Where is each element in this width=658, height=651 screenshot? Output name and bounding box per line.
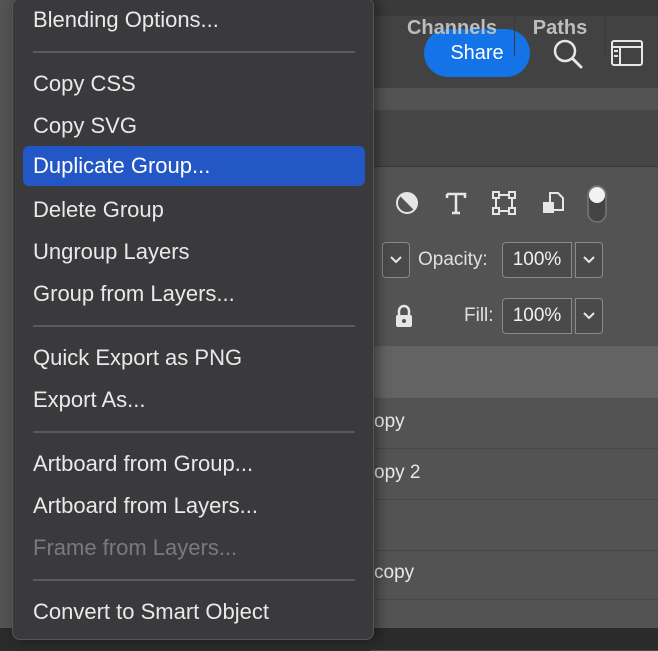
layer-row[interactable]	[370, 500, 658, 551]
menu-item-copy-css[interactable]: Copy CSS	[33, 70, 136, 98]
lock-icon[interactable]	[393, 304, 415, 328]
menu-item-convert-smart-object[interactable]: Convert to Smart Object	[33, 598, 269, 626]
tab-channels[interactable]: Channels	[390, 0, 515, 56]
workspace-icon[interactable]	[610, 39, 644, 67]
chevron-down-icon	[390, 256, 402, 264]
menu-item-artboard-from-group[interactable]: Artboard from Group...	[33, 450, 253, 478]
type-filter-icon[interactable]	[443, 190, 469, 216]
context-menu: Blending Options... Copy CSS Copy SVG Du…	[12, 0, 374, 640]
menu-separator	[33, 51, 355, 53]
adjustment-filter-icon[interactable]	[394, 190, 420, 216]
fill-dropdown[interactable]	[575, 298, 603, 334]
menu-separator	[33, 579, 355, 581]
menu-item-label: Duplicate Group...	[33, 153, 211, 178]
blend-mode-dropdown[interactable]	[382, 242, 410, 278]
tab-paths[interactable]: Paths	[515, 0, 606, 56]
layer-row[interactable]: opy	[370, 398, 658, 449]
menu-item-delete-group[interactable]: Delete Group	[33, 196, 164, 224]
menu-item-copy-svg[interactable]: Copy SVG	[33, 112, 137, 140]
layer-row[interactable]	[370, 600, 658, 651]
chevron-down-icon	[583, 256, 595, 264]
layer-name: opy 2	[374, 462, 421, 483]
fill-label: Fill:	[464, 305, 494, 326]
opacity-dropdown[interactable]	[575, 242, 603, 278]
menu-item-export-as[interactable]: Export As...	[33, 386, 146, 414]
opacity-label: Opacity:	[418, 249, 488, 270]
panel-tabs-row	[370, 110, 658, 167]
menu-item-frame-from-layers: Frame from Layers...	[33, 535, 238, 560]
fill-field[interactable]: 100%	[502, 298, 572, 334]
menu-separator	[33, 325, 355, 327]
menu-item-group-from-layers[interactable]: Group from Layers...	[33, 280, 235, 308]
smart-object-filter-icon[interactable]	[540, 190, 566, 216]
layer-row[interactable]: copy	[370, 549, 658, 600]
menu-item-ungroup-layers[interactable]: Ungroup Layers	[33, 238, 190, 266]
layer-name: opy	[374, 411, 405, 432]
filter-toggle-icon[interactable]	[586, 184, 608, 224]
shape-filter-icon[interactable]	[491, 190, 517, 216]
menu-item-blending-options[interactable]: Blending Options...	[33, 6, 219, 34]
menu-item-artboard-from-layers[interactable]: Artboard from Layers...	[33, 492, 258, 520]
menu-separator	[33, 431, 355, 433]
layer-row[interactable]: opy 2	[370, 449, 658, 500]
menu-item-duplicate-group[interactable]: Duplicate Group...	[23, 146, 365, 186]
selected-layer-row[interactable]	[370, 346, 658, 398]
layer-name: copy	[374, 562, 415, 583]
chevron-down-icon	[583, 312, 595, 320]
opacity-field[interactable]: 100%	[502, 242, 572, 278]
menu-item-quick-export-png[interactable]: Quick Export as PNG	[33, 344, 242, 372]
